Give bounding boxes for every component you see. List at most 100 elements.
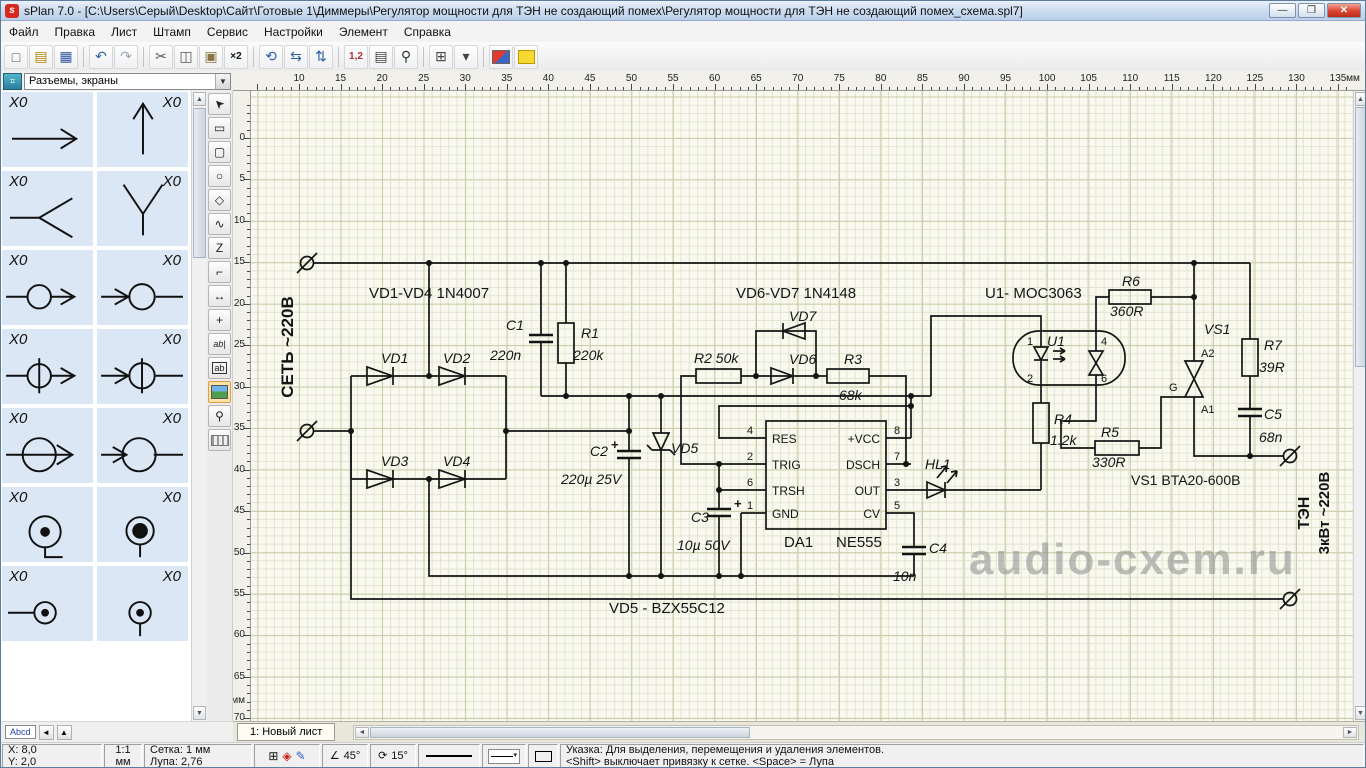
tool-bezier-button[interactable]: ∿ (208, 213, 231, 235)
draw-mode-icon[interactable]: ✎ (296, 750, 306, 762)
menu-item-2[interactable]: Лист (103, 22, 145, 42)
library-cell-coax-jack[interactable]: X0 (1, 486, 94, 563)
svg-text:OUT: OUT (855, 484, 881, 498)
scroll-down-icon[interactable]: ▼ (1355, 706, 1366, 720)
library-select[interactable]: Разъемы, экраны ▼ (24, 73, 231, 90)
font-sample-button[interactable]: Abcd (5, 725, 36, 739)
chevron-down-icon[interactable]: ▼ (215, 74, 230, 89)
tool-special-line-button[interactable]: ⌐ (208, 261, 231, 283)
tool-measure-button[interactable] (208, 429, 231, 451)
properties-icon: ▤ (374, 48, 387, 65)
library-cell-socket-big[interactable]: X0 (96, 407, 189, 484)
toolbar-properties-button[interactable]: ▤ (369, 45, 393, 69)
tool-polyline-button[interactable]: Z (208, 237, 231, 259)
menu-item-7[interactable]: Справка (396, 22, 459, 42)
scroll-right-icon[interactable]: ► (1343, 727, 1357, 738)
library-cell-socket-bar[interactable]: X0 (96, 328, 189, 405)
fill-style-select[interactable] (528, 744, 558, 768)
library-cell-fork-up[interactable]: X0 (96, 170, 189, 247)
library-cell-coax-plug[interactable]: X0 (96, 486, 189, 563)
toolbar-cut-button[interactable]: ✂ (149, 45, 173, 69)
toolbar-undo-button[interactable]: ↶ (89, 45, 113, 69)
minimize-button[interactable]: — (1269, 3, 1296, 18)
tool-rounded-rect-button[interactable]: ▢ (208, 141, 231, 163)
toolbar-mirror-h-button[interactable]: ⇆ (284, 45, 308, 69)
toolbar-new-button[interactable]: □ (4, 45, 28, 69)
toolbar-counter-button[interactable]: 1,2 (344, 45, 368, 69)
svg-text:8: 8 (894, 425, 900, 437)
text-icon: ab| (213, 339, 225, 349)
line-style-select[interactable]: ▾ (482, 744, 526, 768)
library-cell-arrow-right[interactable]: X0 (1, 91, 94, 168)
snap-toggles: ⊞ ◈ ✎ (254, 744, 320, 768)
tool-pointer-button[interactable]: ➤ (208, 93, 231, 115)
scroll-down-icon[interactable]: ▼ (193, 706, 206, 720)
tool-ellipse-button[interactable]: ○ (208, 165, 231, 187)
library-cell-pin[interactable]: X0 (1, 565, 94, 642)
toolbar-search-button[interactable]: ⚲ (394, 45, 418, 69)
toolbar-rotate-button[interactable]: ⟲ (259, 45, 283, 69)
toolbar-bookmark-button[interactable] (514, 45, 538, 69)
toolbar-copy-button[interactable]: ◫ (174, 45, 198, 69)
scroll-up-icon[interactable]: ▲ (193, 92, 206, 106)
svg-text:6: 6 (747, 477, 753, 489)
close-button[interactable]: ✕ (1327, 3, 1361, 18)
svg-text:220k: 220k (572, 347, 604, 363)
tool-zoom-button[interactable]: ⚲ (208, 405, 231, 427)
toolbar-redo-button[interactable]: ↷ (114, 45, 138, 69)
menu-item-5[interactable]: Настройки (256, 22, 331, 42)
tool-polygon-button[interactable]: ◇ (208, 189, 231, 211)
canvas-vscrollbar[interactable]: ▲ ▼ (1353, 91, 1366, 721)
prev-icon[interactable]: ◄ (39, 725, 54, 740)
toolbar-open-button[interactable]: ▤ (29, 45, 53, 69)
toolbar-paste-button[interactable]: ▣ (199, 45, 223, 69)
tool-text-button[interactable]: ab| (208, 333, 231, 355)
library-cell-fork-right[interactable]: X0 (1, 170, 94, 247)
toolbar-grid-button[interactable]: ⊞ (429, 45, 453, 69)
toolbar-grid-dropdown-button[interactable]: ▾ (454, 45, 478, 69)
tool-rectangle-button[interactable]: ▭ (208, 117, 231, 139)
library-cell-label: X0 (9, 331, 27, 348)
snap-icon[interactable]: ◈ (282, 750, 291, 762)
canvas-hscrollbar[interactable]: ◄ ► (353, 725, 1359, 740)
toolbar-export-image-button[interactable] (489, 45, 513, 69)
canvas-hscroll-thumb[interactable] (370, 727, 750, 738)
toolbar-mirror-v-button[interactable]: ⇅ (309, 45, 333, 69)
menu-item-6[interactable]: Элемент (331, 22, 396, 42)
scroll-up-icon[interactable]: ▲ (1355, 92, 1366, 106)
toolbar-duplicate-button[interactable]: ×2 (224, 45, 248, 69)
library-cell-plug-bar[interactable]: X0 (1, 328, 94, 405)
component-library-panel: X0X0X0X0X0X0X0X0X0X0X0X0X0X0 (1, 91, 191, 721)
library-cell-arrow-up[interactable]: X0 (96, 91, 189, 168)
library-scroll-thumb[interactable] (193, 108, 206, 258)
angle-step-cell[interactable]: ∠ 45° (322, 744, 368, 768)
tool-node-button[interactable]: + (208, 309, 231, 331)
svg-text:R2 50k: R2 50k (694, 350, 739, 366)
toolbar-separator (253, 47, 254, 67)
svg-text:6: 6 (1101, 373, 1107, 385)
rotate-step-cell[interactable]: ⟳ 15° (370, 744, 416, 768)
scroll-left-icon[interactable]: ◄ (355, 727, 369, 738)
library-cell-plug-right[interactable]: X0 (1, 249, 94, 326)
library-cell-plug-big[interactable]: X0 (1, 407, 94, 484)
tool-textbox-button[interactable]: ab (208, 357, 231, 379)
tool-dimension-button[interactable]: ↔ (208, 285, 231, 307)
library-scrollbar[interactable]: ▲ ▼ (191, 91, 207, 721)
menu-item-1[interactable]: Правка (47, 22, 104, 42)
maximize-button[interactable]: ❐ (1298, 3, 1325, 18)
tool-image-button[interactable] (208, 381, 231, 403)
sheet-tab[interactable]: 1: Новый лист (237, 723, 335, 741)
toolbar-save-button[interactable]: ▦ (54, 45, 78, 69)
library-cell-pin-up[interactable]: X0 (96, 565, 189, 642)
schematic-canvas[interactable]: VD1-VD4 1N4007VD6-VD7 1N4148U1- MOC3063V… (251, 91, 1353, 721)
library-cell-socket-right[interactable]: X0 (96, 249, 189, 326)
grid-toggle-icon[interactable]: ⊞ (268, 750, 278, 762)
canvas-vscroll-thumb[interactable] (1355, 107, 1366, 367)
hint-area: Указка: Для выделения, перемещения и уда… (560, 744, 1364, 768)
up-icon[interactable]: ▲ (57, 725, 72, 740)
menu-item-0[interactable]: Файл (1, 22, 47, 42)
menu-item-3[interactable]: Штамп (145, 22, 199, 42)
sheet-tab-bar: 1: Новый лист ◄ ► (233, 721, 1366, 742)
menu-bar: ФайлПравкаЛистШтампСервисНастройкиЭлемен… (1, 21, 1365, 43)
menu-item-4[interactable]: Сервис (199, 22, 256, 42)
